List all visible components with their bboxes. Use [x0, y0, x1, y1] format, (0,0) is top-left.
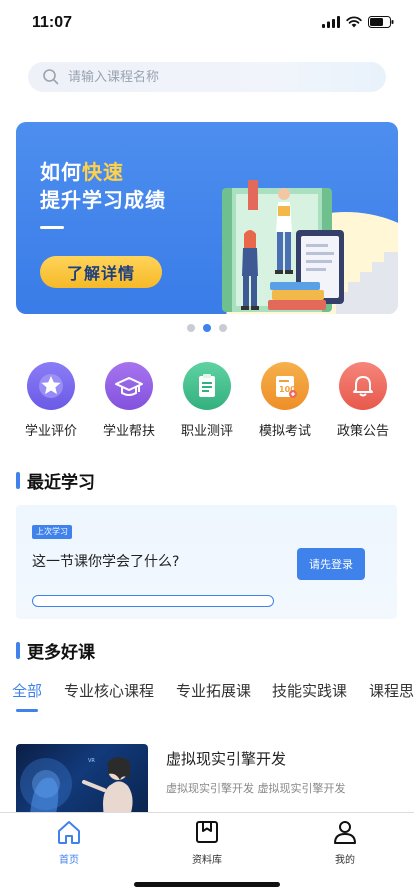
pagination-dot[interactable] — [187, 324, 195, 332]
entry-academic-evaluation[interactable]: 学业评价 — [16, 362, 86, 439]
banner-title-line1: 如何快速 — [40, 156, 124, 185]
nav-label: 我的 — [335, 855, 355, 866]
star-icon — [27, 362, 75, 410]
study-progress-bar — [32, 595, 274, 607]
user-icon — [334, 821, 356, 844]
entry-label: 学业评价 — [24, 424, 77, 439]
entry-label: 学业帮扶 — [102, 424, 155, 439]
course-thumbnail: VR — [16, 744, 148, 816]
recent-section-title: 最近学习 — [27, 473, 95, 493]
course-category-tabs: 全部 专业核心课程 专业拓展课 技能实践课 课程思 — [0, 680, 414, 716]
quick-entry-grid: 学业评价 学业帮扶 职业测评 100 模拟考试 政策公告 — [0, 362, 414, 442]
nav-profile[interactable]: 我的 — [310, 819, 380, 866]
entry-academic-support[interactable]: 学业帮扶 — [94, 362, 164, 439]
nav-label: 资料库 — [192, 855, 222, 866]
cellular-signal-icon — [322, 16, 340, 28]
pagination-dot-active[interactable] — [203, 324, 211, 332]
entry-policy-notice[interactable]: 政策公告 — [328, 362, 398, 439]
exam-paper-icon: 100 — [261, 362, 309, 410]
more-courses-section-header: 更多好课 — [16, 638, 95, 663]
nav-home[interactable]: 首页 — [34, 819, 104, 866]
status-bar: 11:07 — [0, 0, 414, 48]
last-study-badge: 上次学习 — [32, 525, 72, 539]
login-button[interactable]: 请先登录 — [297, 548, 365, 580]
banner-title-prefix: 如何 — [40, 160, 82, 184]
tab-ideology-courses[interactable]: 课程思 — [369, 680, 414, 701]
promo-banner[interactable]: 如何快速 提升学习成绩 了解详情 — [16, 122, 398, 314]
svg-text:VR: VR — [88, 758, 95, 764]
entry-mock-exam[interactable]: 100 模拟考试 — [250, 362, 320, 439]
graduation-cap-icon — [105, 362, 153, 410]
banner-title-line2: 提升学习成绩 — [40, 188, 166, 212]
library-icon — [196, 821, 218, 843]
pagination-dot[interactable] — [219, 324, 227, 332]
nav-label: 首页 — [59, 855, 79, 866]
status-icons — [322, 16, 394, 28]
entry-career-assessment[interactable]: 职业测评 — [172, 362, 242, 439]
search-input[interactable] — [68, 69, 348, 85]
entry-label: 模拟考试 — [258, 424, 311, 439]
search-icon — [43, 69, 59, 85]
battery-icon — [368, 16, 394, 28]
banner-illustration — [222, 180, 398, 314]
more-courses-section-title: 更多好课 — [27, 643, 95, 663]
app-page: 11:07 请输入课程名称 如何快速 提升学习成绩 了解详情 学业评价 学业帮扶… — [0, 0, 414, 896]
tab-core-courses[interactable]: 专业核心课程 — [64, 680, 154, 701]
section-accent-bar — [16, 642, 20, 659]
tab-all[interactable]: 全部 — [12, 680, 42, 701]
entry-label: 职业测评 — [180, 424, 233, 439]
home-indicator[interactable] — [134, 882, 280, 887]
clipboard-icon — [183, 362, 231, 410]
section-accent-bar — [16, 472, 20, 489]
home-icon — [58, 821, 80, 844]
nav-library[interactable]: 资料库 — [172, 819, 242, 866]
banner-divider — [40, 226, 64, 229]
recent-study-card[interactable]: 上次学习 这一节课你学会了什么? 请先登录 — [16, 505, 397, 619]
banner-pagination — [187, 324, 227, 332]
course-title: 虚拟现实引擎开发 — [166, 750, 287, 768]
tab-practice-courses[interactable]: 技能实践课 — [272, 680, 347, 701]
recent-section-header: 最近学习 — [16, 468, 95, 493]
course-item[interactable]: VR 虚拟现实引擎开发 虚拟现实引擎开发 虚拟现实引擎开发 — [16, 744, 398, 816]
active-tab-indicator — [16, 709, 38, 712]
recent-question: 这一节课你学会了什么? — [32, 554, 180, 570]
bell-icon — [339, 362, 387, 410]
wifi-icon — [346, 16, 362, 28]
course-subtitle: 虚拟现实引擎开发 虚拟现实引擎开发 — [166, 782, 346, 795]
tab-extension-courses[interactable]: 专业拓展课 — [176, 680, 251, 701]
status-time: 11:07 — [32, 14, 73, 31]
learn-more-button[interactable]: 了解详情 — [40, 256, 162, 288]
search-bar[interactable] — [28, 62, 386, 92]
entry-label: 政策公告 — [336, 424, 389, 439]
banner-title-highlight: 快速 — [82, 160, 124, 184]
